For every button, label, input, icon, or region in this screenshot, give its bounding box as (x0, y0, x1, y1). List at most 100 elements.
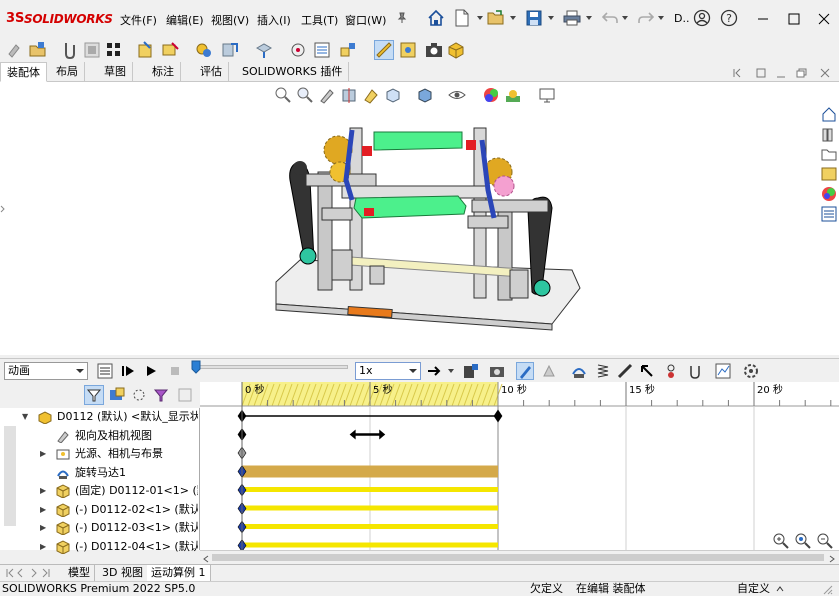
component-preview-icon[interactable] (82, 40, 102, 60)
damper-icon[interactable] (616, 362, 634, 380)
play-from-start-icon[interactable] (120, 362, 138, 380)
display-style-icon[interactable] (416, 86, 434, 104)
tab-layout[interactable]: 布局 (50, 62, 85, 82)
panel-restore-icon[interactable] (732, 68, 742, 81)
minimize-icon[interactable] (748, 6, 778, 32)
previous-view-icon[interactable] (318, 86, 336, 104)
graphics-area[interactable] (0, 68, 839, 355)
filter-animated-icon[interactable] (84, 385, 104, 405)
tab-nav-first-icon[interactable] (4, 568, 52, 581)
move-component-icon[interactable] (160, 40, 180, 60)
bill-of-materials-icon[interactable] (312, 40, 332, 60)
open-folder-icon[interactable] (486, 8, 506, 28)
zoom-to-fit-icon[interactable] (274, 86, 292, 104)
save-caret-icon[interactable] (548, 16, 554, 20)
edit-component-icon[interactable] (6, 40, 26, 60)
undo-caret-icon[interactable] (622, 16, 628, 20)
results-and-plots-icon[interactable] (714, 362, 732, 380)
save-icon[interactable] (524, 8, 544, 28)
undo-icon[interactable] (600, 8, 620, 28)
menu-insert[interactable]: 插入(I) (257, 12, 291, 28)
tab-sketch[interactable]: 草图 (98, 62, 133, 82)
filter-results-icon[interactable] (152, 386, 170, 407)
units-caret-icon[interactable] (776, 583, 784, 596)
play-icon[interactable] (142, 362, 160, 380)
tree-row[interactable]: ▶ (-) D0112-02<1> (默认) - (0, 501, 198, 519)
expand-icon[interactable]: ▶ (40, 501, 46, 519)
flyout-tab-icon[interactable] (0, 202, 6, 219)
apply-scene-icon[interactable] (504, 86, 522, 104)
units-status[interactable]: 自定义 (737, 582, 770, 596)
appearances-icon[interactable] (821, 186, 839, 204)
collapse-all-icon[interactable] (176, 386, 194, 407)
show-hidden-icon[interactable] (194, 40, 214, 60)
edit-appearance-icon[interactable] (482, 86, 500, 104)
hide-show-items-icon[interactable] (448, 86, 466, 104)
panel-minimize-icon[interactable] (776, 72, 786, 85)
tree-row[interactable]: ▶ 光源、相机与布景 (0, 445, 198, 463)
playback-mode-caret-icon[interactable] (448, 369, 454, 373)
insert-components-icon[interactable] (28, 40, 48, 60)
panel-close-icon[interactable] (820, 68, 830, 81)
study-type-dropdown[interactable]: 动画 (4, 362, 88, 380)
menu-window[interactable]: 窗口(W) (345, 12, 386, 28)
expand-icon[interactable]: ▶ (40, 519, 46, 537)
tab-evaluate[interactable]: 评估 (194, 62, 229, 82)
redo-icon[interactable] (636, 8, 656, 28)
collapse-icon[interactable]: ▼ (22, 408, 28, 426)
expand-icon[interactable]: ▶ (40, 445, 46, 463)
tab-addins[interactable]: SOLIDWORKS 插件 (236, 62, 350, 82)
playback-mode-icon[interactable] (426, 362, 444, 380)
autokey-icon[interactable] (516, 362, 534, 380)
reference-geometry-icon[interactable] (254, 40, 274, 60)
panel-maximize-icon[interactable] (796, 68, 808, 81)
expand-icon[interactable]: ▶ (40, 482, 46, 500)
editing-status[interactable]: 在编辑 装配体 (576, 582, 646, 596)
design-library-icon[interactable] (821, 126, 839, 144)
gravity-icon[interactable] (686, 362, 704, 380)
filter-driving-icon[interactable] (108, 386, 126, 407)
tree-row[interactable]: ▶ (-) D0112-04<1> (默认) - (0, 538, 198, 556)
calculate-icon[interactable] (96, 362, 114, 380)
view-palette-icon[interactable] (821, 166, 839, 184)
force-icon[interactable] (638, 362, 656, 380)
menu-edit[interactable]: 编辑(E) (166, 12, 204, 28)
account-icon[interactable] (692, 8, 712, 28)
dynamic-annotation-icon[interactable] (362, 86, 380, 104)
mate-icon[interactable] (60, 40, 80, 60)
solidworks-resources-icon[interactable] (821, 106, 839, 124)
instant3d-icon[interactable] (374, 40, 394, 60)
stop-icon[interactable] (166, 362, 184, 380)
exploded-view-icon[interactable] (338, 40, 358, 60)
expand-icon[interactable]: ▶ (40, 538, 46, 556)
linear-pattern-icon[interactable] (104, 40, 124, 60)
playback-speed-dropdown[interactable]: 1x (355, 362, 421, 380)
zoom-to-area-icon[interactable] (296, 86, 314, 104)
tree-row[interactable]: 旋转马达1 (0, 464, 198, 482)
view-orientation-icon[interactable] (384, 86, 402, 104)
timeline-horizontal-scrollbar[interactable] (200, 550, 839, 564)
new-motion-study-icon[interactable] (288, 40, 308, 60)
assembly-features-icon[interactable] (220, 40, 240, 60)
file-explorer-icon[interactable] (821, 146, 839, 164)
smart-fasteners-icon[interactable] (136, 40, 156, 60)
timeline-canvas[interactable]: 0 秒 5 秒 10 秒 15 秒 20 秒 (200, 382, 839, 550)
custom-properties-icon[interactable] (821, 206, 839, 224)
add-key-icon[interactable] (540, 362, 558, 380)
help-icon[interactable]: ? (719, 8, 739, 28)
open-caret-icon[interactable] (510, 16, 516, 20)
tree-row[interactable]: 视向及相机视图 (0, 427, 198, 445)
home-icon[interactable] (426, 8, 446, 28)
tree-row[interactable]: ▶ (-) D0112-03<1> (默认) - (0, 519, 198, 537)
close-icon[interactable] (809, 6, 839, 32)
new-caret-icon[interactable] (477, 16, 483, 20)
section-view-icon[interactable] (340, 86, 358, 104)
large-assembly-icon[interactable] (446, 40, 466, 60)
view-settings-icon[interactable] (538, 86, 556, 104)
tree-row[interactable]: ▶ (固定) D0112-01<1> (默认 (0, 482, 198, 500)
motion-timeline[interactable]: 0 秒 5 秒 10 秒 15 秒 20 秒 (200, 382, 839, 550)
pin-icon[interactable] (392, 8, 412, 28)
tab-motion-study-1[interactable]: 运动算例 1 (147, 565, 211, 581)
menu-view[interactable]: 视图(V) (211, 12, 249, 28)
save-animation-icon[interactable] (462, 362, 480, 380)
